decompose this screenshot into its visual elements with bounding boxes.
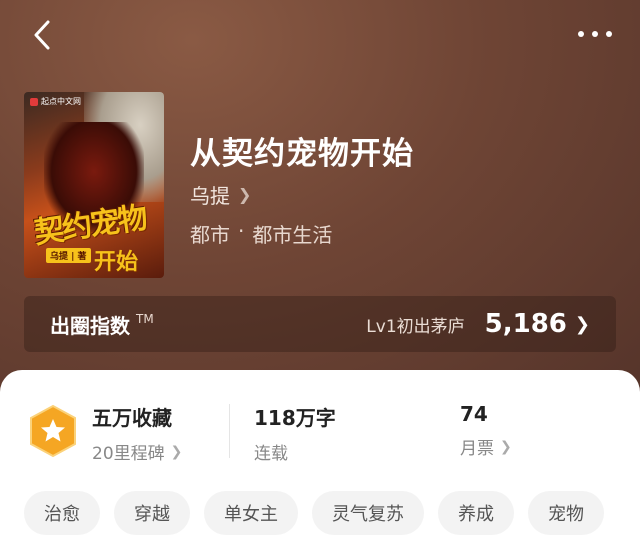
cover-title-line2: 开始 [94,249,139,275]
publisher-logo-icon [30,97,38,106]
chevron-left-icon [34,20,50,50]
serial-status: 连载 [254,439,336,464]
more-dots-icon [578,31,584,37]
chevron-right-icon: ❯ [238,185,252,204]
tag-list: 治愈 穿越 单女主 灵气复苏 养成 宠物 [24,491,604,535]
back-button[interactable] [28,18,58,52]
tag-chip[interactable]: 养成 [438,491,514,535]
collections-milestone: 20里程碑 ❯ [92,439,183,465]
stat-collections[interactable]: 五万收藏 20里程碑 ❯ [92,402,182,464]
index-level: Lv1初出茅庐 [366,316,465,337]
author-name: 乌提 [190,184,230,208]
more-button[interactable] [578,22,612,46]
tag-chip[interactable]: 宠物 [528,491,604,535]
monthly-tickets-label: 月票 ❯ [460,434,512,460]
book-cover[interactable]: 起点中文网 契约宠物 乌提 | 著 开始 [24,92,164,278]
index-trademark: TM [136,312,154,326]
popularity-index-bar[interactable]: 出圈指数 TM Lv1初出茅庐 5,186 ❯ [24,296,616,352]
cover-author-tag: 乌提 | 著 [46,248,91,263]
index-score: 5,186 [484,309,567,339]
book-title: 从契约宠物开始 [190,136,414,172]
stat-monthly-tickets[interactable]: 74 月票 ❯ [460,402,512,459]
chevron-right-icon: ❯ [500,438,512,455]
monthly-tickets-text: 月票 [460,439,494,459]
more-dot [606,31,612,37]
tag-chip[interactable]: 穿越 [114,491,190,535]
index-label: 出圈指数 [50,313,130,338]
tag-chip[interactable]: 灵气复苏 [312,491,424,535]
monthly-tickets-value: 74 [460,402,488,426]
chevron-right-icon: ❯ [574,313,590,335]
word-count-value: 118万字 [254,406,336,430]
stat-word-count: 118万字 连载 [254,402,336,464]
more-dot [592,31,598,37]
star-badge-icon [30,404,76,458]
author-link[interactable]: 乌提 ❯ [190,180,251,209]
genre: 都市 · 都市生活 [190,219,332,248]
tag-chip[interactable]: 单女主 [204,491,298,535]
cover-publisher: 起点中文网 [30,96,81,107]
genre-primary: 都市 [190,223,230,247]
genre-separator: · [238,219,245,243]
chevron-right-icon: ❯ [170,443,183,460]
serial-status-label: 连载 [254,444,288,464]
collections-value: 五万收藏 [92,406,172,430]
cover-publisher-label: 起点中文网 [41,97,81,106]
genre-secondary: 都市生活 [252,223,333,247]
tag-chip[interactable]: 治愈 [24,491,100,535]
milestone-label: 20里程碑 [92,444,165,464]
stat-divider [229,404,230,458]
